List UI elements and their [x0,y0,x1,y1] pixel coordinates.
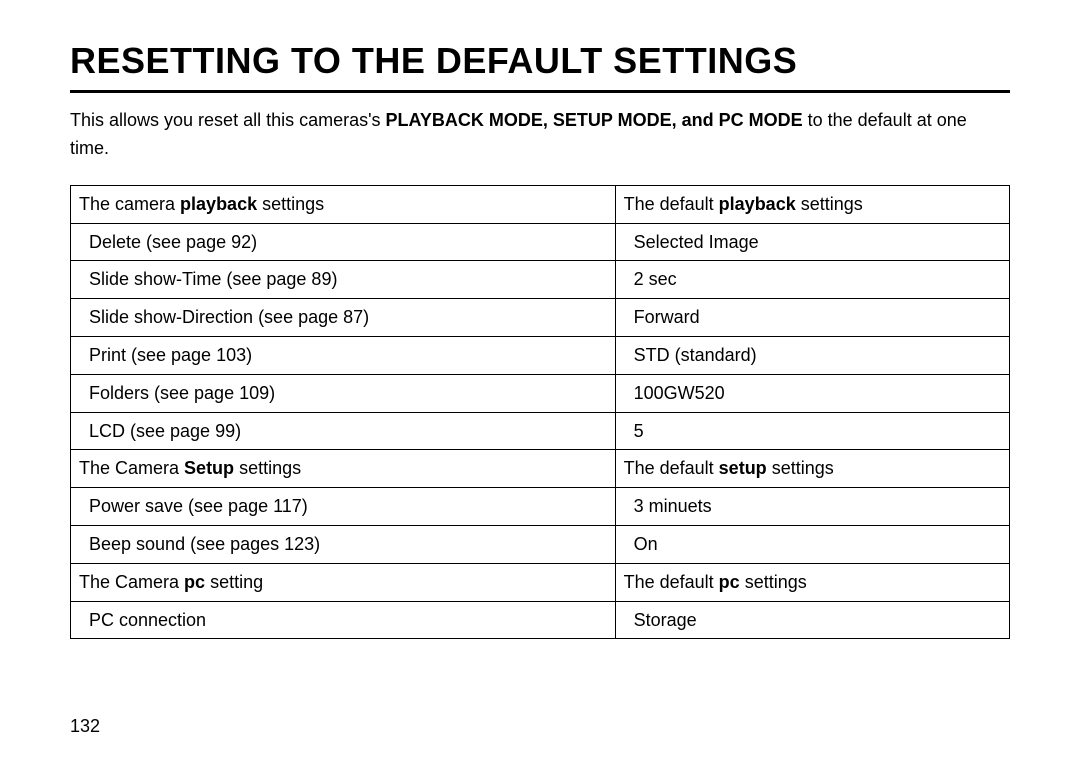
cell-text: 3 minuets [624,492,712,521]
setting-name-cell: The Camera Setup settings [71,450,616,488]
setting-name-cell: The Camera pc setting [71,563,616,601]
default-value-cell: Storage [615,601,1009,639]
setting-name-cell: Beep sound (see pages 123) [71,525,616,563]
table-row: Power save (see page 117) 3 minuets [71,488,1010,526]
cell-text: The camera [79,194,180,214]
table-row: The Camera Setup settingsThe default set… [71,450,1010,488]
cell-text: The Camera [79,572,184,592]
cell-text: Storage [624,606,697,635]
settings-table-body: The camera playback settingsThe default … [71,185,1010,639]
page-number: 132 [70,716,100,737]
cell-text: Power save (see page 117) [79,492,308,521]
cell-text: The default [624,572,719,592]
table-row: Beep sound (see pages 123) On [71,525,1010,563]
cell-text: 100GW520 [624,379,725,408]
cell-text: 5 [624,417,644,446]
default-value-cell: 2 sec [615,261,1009,299]
cell-text-bold: pc [719,572,740,592]
cell-text: Print (see page 103) [79,341,252,370]
default-value-cell: On [615,525,1009,563]
cell-text-bold: pc [184,572,205,592]
setting-name-cell: LCD (see page 99) [71,412,616,450]
setting-name-cell: Print (see page 103) [71,336,616,374]
setting-name-cell: Power save (see page 117) [71,488,616,526]
default-value-cell: Selected Image [615,223,1009,261]
cell-text: Selected Image [624,228,759,257]
cell-text: Beep sound (see pages 123) [79,530,320,559]
default-value-cell: 3 minuets [615,488,1009,526]
default-value-cell: 100GW520 [615,374,1009,412]
table-row: The Camera pc settingThe default pc sett… [71,563,1010,601]
cell-text: On [624,530,658,559]
cell-text-bold: setup [719,458,767,478]
cell-text: 2 sec [624,265,677,294]
cell-text: Delete (see page 92) [79,228,257,257]
setting-name-cell: The camera playback settings [71,185,616,223]
manual-page: RESETTING TO THE DEFAULT SETTINGS This a… [0,0,1080,669]
intro-paragraph: This allows you reset all this cameras's… [70,107,1010,163]
table-row: PC connection Storage [71,601,1010,639]
cell-text: Slide show-Time (see page 89) [79,265,337,294]
cell-text: PC connection [79,606,206,635]
table-row: Print (see page 103) STD (standard) [71,336,1010,374]
settings-table: The camera playback settingsThe default … [70,185,1010,640]
cell-text: settings [257,194,324,214]
cell-text: The default [624,458,719,478]
table-row: Slide show-Time (see page 89) 2 sec [71,261,1010,299]
cell-text: settings [796,194,863,214]
default-value-cell: The default playback settings [615,185,1009,223]
default-value-cell: Forward [615,299,1009,337]
table-row: Slide show-Direction (see page 87) Forwar… [71,299,1010,337]
cell-text: settings [234,458,301,478]
cell-text: setting [205,572,263,592]
default-value-cell: The default pc settings [615,563,1009,601]
setting-name-cell: Delete (see page 92) [71,223,616,261]
cell-text-bold: Setup [184,458,234,478]
table-row: LCD (see page 99) 5 [71,412,1010,450]
cell-text: LCD (see page 99) [79,417,241,446]
cell-text-bold: playback [180,194,257,214]
default-value-cell: STD (standard) [615,336,1009,374]
cell-text: Folders (see page 109) [79,379,275,408]
table-row: The camera playback settingsThe default … [71,185,1010,223]
setting-name-cell: PC connection [71,601,616,639]
setting-name-cell: Folders (see page 109) [71,374,616,412]
cell-text: Slide show-Direction (see page 87) [79,303,369,332]
cell-text: settings [740,572,807,592]
page-title: RESETTING TO THE DEFAULT SETTINGS [70,40,1010,93]
cell-text: The Camera [79,458,184,478]
table-row: Delete (see page 92) Selected Image [71,223,1010,261]
cell-text: settings [767,458,834,478]
cell-text: STD (standard) [624,341,757,370]
cell-text-bold: playback [719,194,796,214]
setting-name-cell: Slide show-Time (see page 89) [71,261,616,299]
intro-text-before: This allows you reset all this cameras's [70,110,386,130]
setting-name-cell: Slide show-Direction (see page 87) [71,299,616,337]
intro-text-bold: PLAYBACK MODE, SETUP MODE, and PC MODE [386,110,803,130]
default-value-cell: The default setup settings [615,450,1009,488]
cell-text: The default [624,194,719,214]
cell-text: Forward [624,303,700,332]
default-value-cell: 5 [615,412,1009,450]
table-row: Folders (see page 109) 100GW520 [71,374,1010,412]
